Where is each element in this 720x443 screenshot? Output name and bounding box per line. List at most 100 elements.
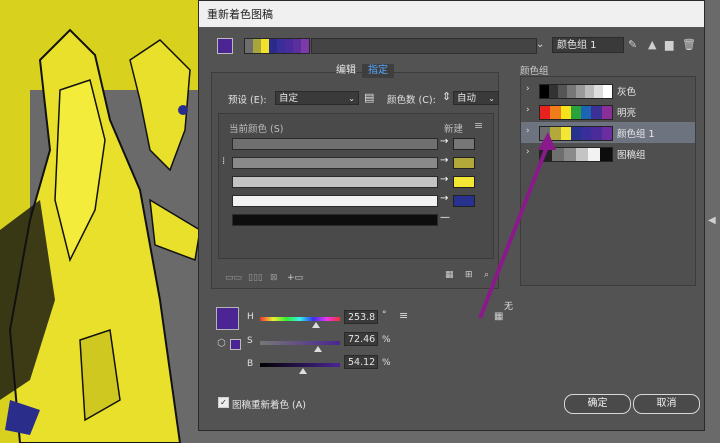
preset-label: 预设 (E): [228,95,267,106]
current-color-row[interactable] [232,176,438,188]
group-color-swatch [581,127,592,140]
s-value[interactable]: 72.46 [344,332,378,346]
assign-arrow-icon[interactable]: → [440,136,448,147]
new-row-icon[interactable]: +▭ [287,273,303,283]
group-color-swatch [594,85,603,98]
b-value[interactable]: 54.12 [344,355,378,369]
assign-panel: 预设 (E): 自定 ⌄ ▤ 颜色数 (C): ⇕ 自动 ⌄ 当前颜色 (S) … [211,72,499,289]
dialog-title: 重新着色图稿 [207,8,273,21]
assign-arrow-icon[interactable]: → [440,193,448,204]
h-slider-thumb[interactable] [312,322,320,328]
group-color-swatch [581,106,592,119]
new-color-swatch[interactable] [453,157,475,169]
cancel-button[interactable]: 取消 [633,394,700,414]
current-color-row[interactable] [232,195,438,207]
recolor-artwork-checkbox[interactable]: ✓ [218,397,229,408]
tab-edit[interactable]: 编辑 [330,64,362,78]
color-group-row[interactable]: › 图稿组 [521,143,695,164]
menu-icon[interactable]: ≡ [474,119,483,132]
group-color-swatch [540,106,551,119]
dialog-titlebar: 重新着色图稿 [199,1,704,27]
menu-icon[interactable]: ≡ [399,309,408,322]
group-color-bar [539,126,613,141]
active-color-swatch[interactable] [217,38,233,54]
top-row: ⌄ 颜色组 1 ✎ ▲ ▆ 🗑 [211,35,697,57]
trash-icon[interactable]: 🗑 [682,38,696,51]
color-bar-swatch [269,39,277,53]
new-group-icon[interactable]: ▲ [648,38,656,51]
tab-assign[interactable]: 指定 [362,64,394,78]
selected-color-swatch[interactable] [216,307,239,330]
current-color-row[interactable] [232,214,438,226]
collapse-arrow-icon[interactable]: ◀ [708,215,716,226]
preset-options-icon[interactable]: ▤ [364,91,374,104]
randomize-order-icon[interactable]: ▦ [445,270,454,280]
small-swatch[interactable] [230,339,241,350]
color-group-row[interactable]: › 灰色 [521,80,695,101]
color-bar-swatch [245,39,253,53]
group-color-swatch [564,148,576,161]
expand-caret-icon[interactable]: › [526,147,530,157]
new-color-swatch[interactable] [453,176,475,188]
eyedropper-icon[interactable]: ✎ [628,38,637,51]
chevron-down-icon[interactable]: ⌄ [536,39,544,50]
expand-caret-icon[interactable]: › [526,84,530,94]
new-color-swatch[interactable] [453,138,475,150]
current-colors-header: 当前颜色 (S) [229,124,284,135]
assign-arrow-icon[interactable]: → [440,174,448,185]
h-value[interactable]: 253.8 [344,310,378,324]
b-slider[interactable] [260,363,340,367]
expand-caret-icon[interactable]: › [526,105,530,115]
group-color-swatch [567,85,576,98]
folder-icon[interactable]: ▆ [665,38,673,51]
h-unit: ° [382,310,387,320]
current-color-row[interactable] [232,138,438,150]
chevron-down-icon: ⌄ [348,94,355,103]
color-group-row[interactable]: › 颜色组 1 [521,122,695,143]
group-color-swatch [550,106,561,119]
group-name: 明亮 [617,108,637,119]
s-slider-thumb[interactable] [313,346,322,352]
group-color-bar [539,147,613,162]
grid-icon[interactable]: ▦ [494,311,503,322]
color-groups-label: 颜色组 [520,66,549,77]
separate-icon[interactable]: ▯▯▯ [248,273,263,283]
color-groups-panel: › 灰色 › 明亮 › 颜色组 1 › 图稿组 [520,76,696,286]
group-name-field[interactable]: 颜色组 1 [552,37,624,53]
preset-dropdown[interactable]: 自定 ⌄ [275,91,359,105]
group-name: 灰色 [617,87,637,98]
exclude-icon[interactable]: ⊠ [270,273,278,283]
ok-button[interactable]: 确定 [564,394,631,414]
color-bar-swatch [277,39,285,53]
find-color-icon[interactable]: ⌕ [484,270,489,280]
color-count-dropdown[interactable]: 自动 ⌄ [453,91,499,105]
color-bar-swatch [285,39,293,53]
color-bar-swatch [293,39,301,53]
group-color-swatch [585,85,594,98]
randomize-saturation-icon[interactable]: ⊞ [465,270,473,280]
h-slider[interactable] [260,317,340,321]
expand-caret-icon[interactable]: › [526,126,530,136]
cube-icon: ⬡ [217,338,226,349]
row-handle-icon[interactable]: ⁞ [222,156,225,167]
group-color-swatch [560,127,571,140]
group-color-swatch [601,127,612,140]
b-label: B [247,359,254,369]
current-group-color-bar[interactable] [244,38,310,54]
s-slider[interactable] [260,341,340,345]
group-color-swatch [540,85,549,98]
assign-arrow-icon[interactable]: — [440,212,450,223]
merge-icon[interactable]: ▭▭ [225,273,242,283]
assign-arrow-icon[interactable]: → [440,155,448,166]
current-color-row[interactable] [232,157,438,169]
new-color-swatch[interactable] [453,195,475,207]
b-slider-thumb[interactable] [299,368,308,374]
color-table: 当前颜色 (S) 新建 ≡ → ⁞ → → → — [218,113,494,259]
group-color-bar [539,84,613,99]
color-count-label: 颜色数 (C): [387,95,436,106]
s-unit: % [382,335,391,345]
color-bar-empty-area [311,38,537,54]
group-color-swatch [591,127,602,140]
stepper-icon[interactable]: ⇕ [442,90,451,103]
color-group-row[interactable]: › 明亮 [521,101,695,122]
